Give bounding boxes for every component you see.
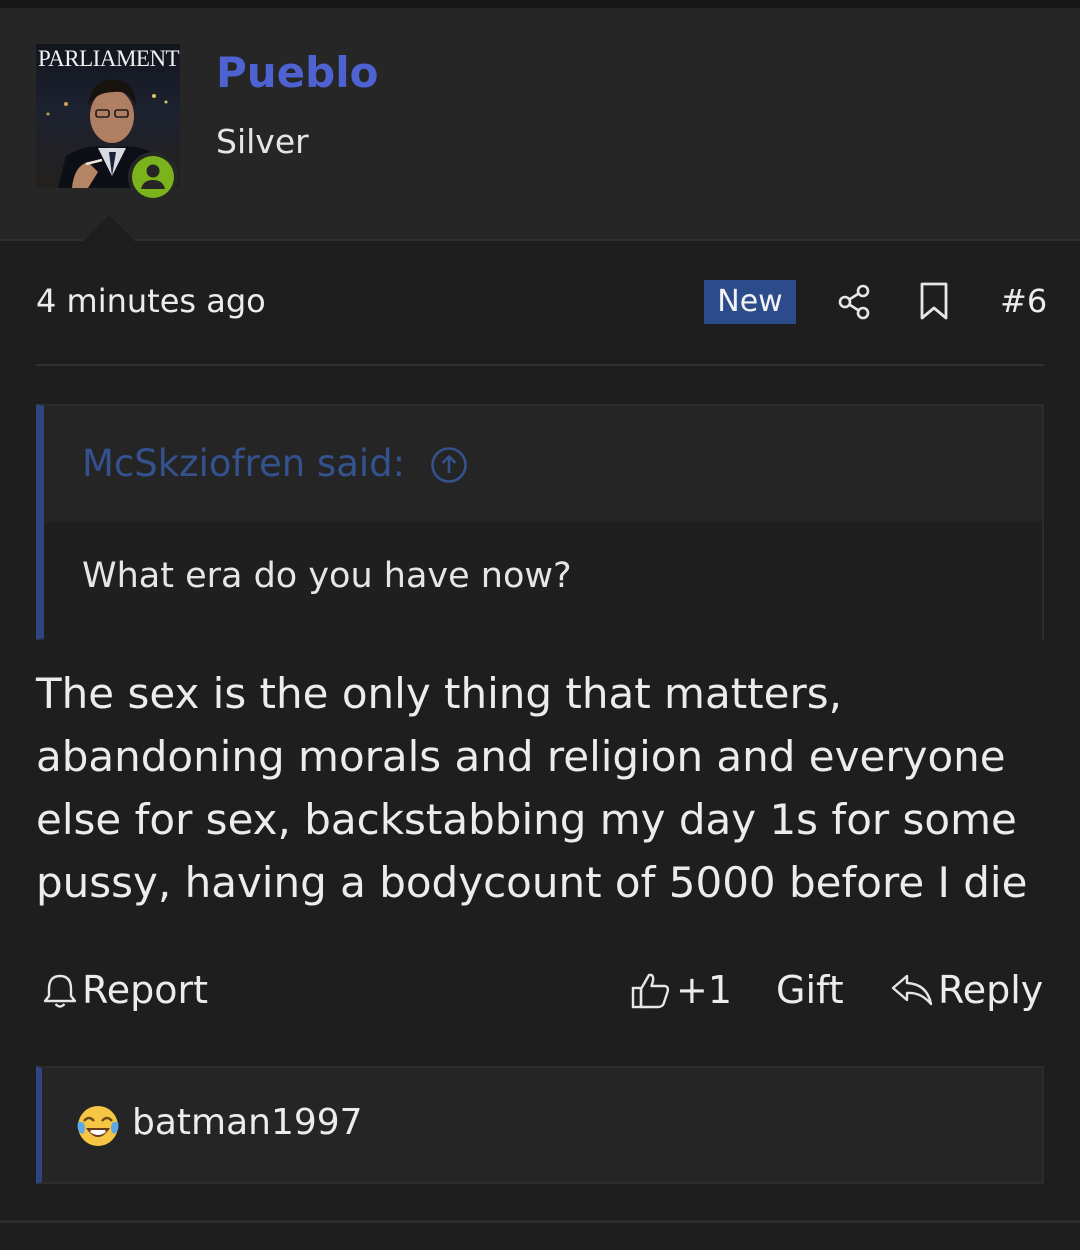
thumbs-up-icon [631, 973, 670, 1009]
like-count: +1 [676, 968, 733, 1012]
header-pointer [75, 215, 143, 249]
divider [36, 364, 1044, 366]
like-button[interactable]: +1 [630, 960, 732, 1020]
reply-arrow-icon [891, 974, 933, 1006]
post-timestamp[interactable]: 4 minutes ago [36, 282, 266, 320]
new-badge: New [704, 280, 796, 324]
user-icon [141, 164, 165, 189]
arrow-up-circle-icon[interactable] [430, 446, 468, 484]
share-icon[interactable] [836, 283, 874, 321]
online-status-badge [128, 152, 178, 202]
quote-text: What era do you have now? [82, 556, 572, 596]
quote-body: What era do you have now? [44, 522, 1042, 640]
quote-author-link[interactable]: McSkziofren said: [82, 442, 405, 485]
user-rank: Silver [216, 122, 309, 161]
bottom-divider [0, 1220, 1080, 1223]
post-message: The sex is the only thing that matters, … [36, 669, 1028, 907]
quote-header: McSkziofren said: [44, 406, 1042, 522]
reaction-username[interactable]: batman1997 [132, 1102, 363, 1143]
reply-button[interactable]: Reply [890, 960, 1043, 1020]
reply-label: Reply [938, 968, 1044, 1012]
top-strip [0, 0, 1080, 8]
quote-block: McSkziofren said: What era do you have n… [36, 404, 1044, 640]
bell-icon [43, 974, 77, 1008]
gift-label: Gift [776, 968, 844, 1012]
post-meta-row: 4 minutes ago New #6 [36, 270, 1047, 335]
report-label: Report [82, 968, 208, 1012]
post-number-link[interactable]: #6 [1000, 282, 1047, 320]
username-link[interactable]: Pueblo [216, 48, 378, 97]
bookmark-icon[interactable] [916, 281, 952, 321]
post-user-header: PARLIAMENT Pueblo Silver [0, 8, 1080, 249]
gift-button[interactable]: Gift [776, 960, 844, 1020]
reactions-bar[interactable]: batman1997 [36, 1066, 1044, 1184]
report-button[interactable]: Report [42, 960, 208, 1020]
post-actions: Report +1 Gift Reply [36, 960, 1044, 1020]
face-with-tears-of-joy-icon [77, 1106, 119, 1146]
